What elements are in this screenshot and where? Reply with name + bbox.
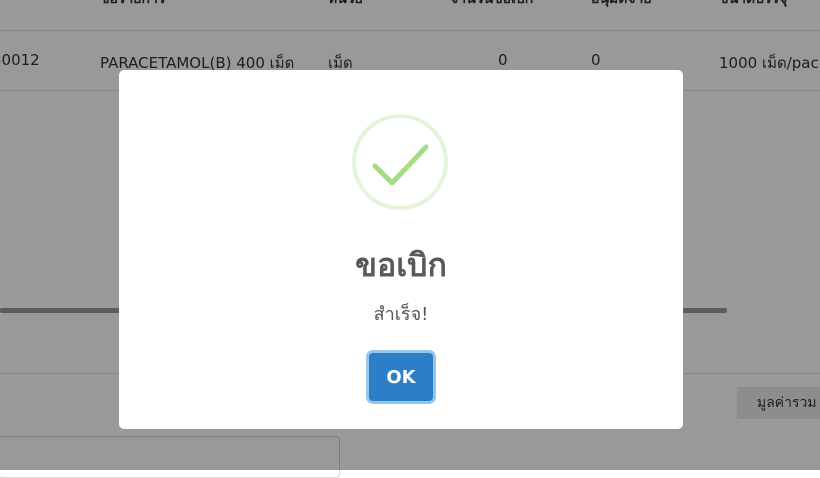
dialog-title: ขอเบิก (355, 246, 447, 284)
success-dialog: ขอเบิก สำเร็จ! OK (119, 70, 683, 429)
modal-overlay[interactable]: ขอเบิก สำเร็จ! OK (0, 0, 820, 470)
ok-button[interactable]: OK (369, 353, 433, 401)
success-check-icon (352, 114, 448, 210)
dialog-message: สำเร็จ! (373, 304, 429, 325)
